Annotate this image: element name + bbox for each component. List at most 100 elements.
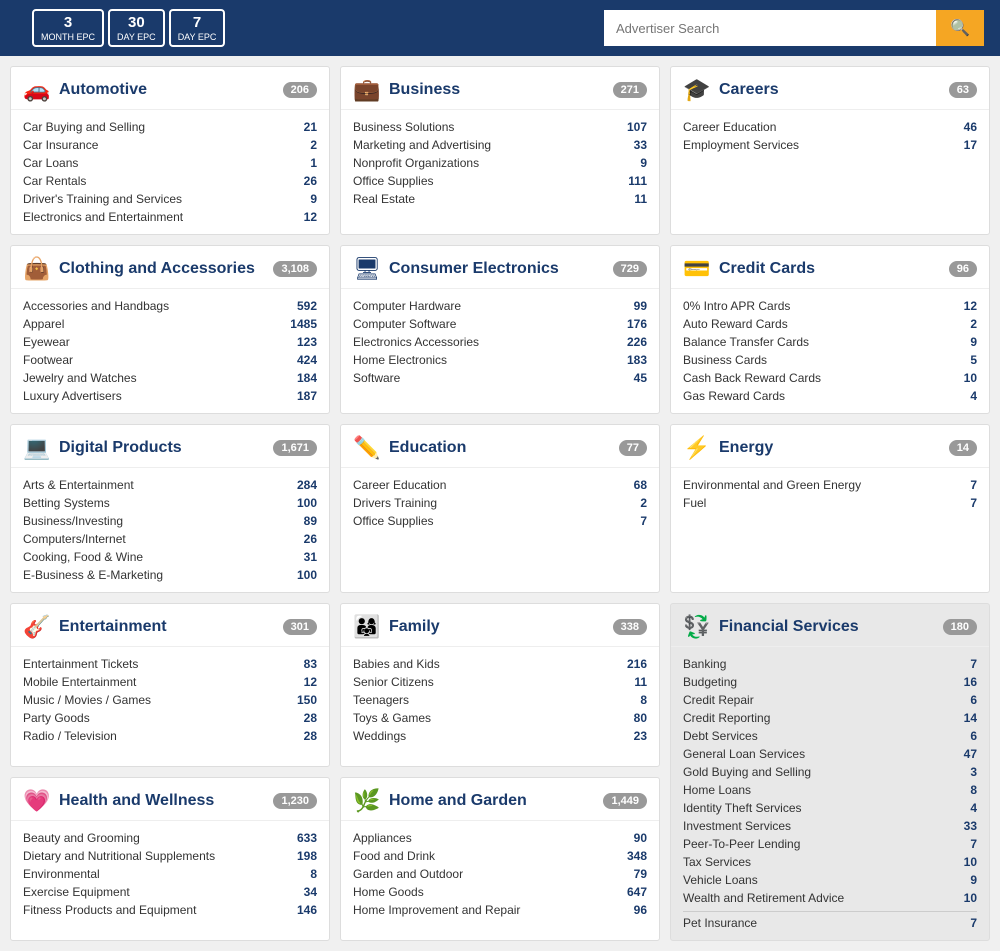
- list-item[interactable]: Home Electronics183: [353, 351, 647, 369]
- cat-title-family[interactable]: Family: [389, 618, 605, 636]
- list-item[interactable]: Garden and Outdoor79: [353, 865, 647, 883]
- list-item[interactable]: Credit Repair6: [683, 691, 977, 709]
- list-item[interactable]: Toys & Games80: [353, 709, 647, 727]
- cat-title-digital-products[interactable]: Digital Products: [59, 439, 265, 457]
- list-item[interactable]: Real Estate11: [353, 190, 647, 208]
- list-item[interactable]: Budgeting16: [683, 673, 977, 691]
- list-item[interactable]: Appliances90: [353, 829, 647, 847]
- list-item[interactable]: Nonprofit Organizations9: [353, 154, 647, 172]
- list-item[interactable]: Computer Hardware99: [353, 297, 647, 315]
- list-item[interactable]: Career Education68: [353, 476, 647, 494]
- list-item[interactable]: Banking7: [683, 655, 977, 673]
- list-item[interactable]: Car Insurance2: [23, 136, 317, 154]
- epc-7day-button[interactable]: 7 DAY EPC: [169, 9, 226, 48]
- list-item[interactable]: Beauty and Grooming633: [23, 829, 317, 847]
- list-item[interactable]: Peer-To-Peer Lending7: [683, 835, 977, 853]
- list-item[interactable]: Computers/Internet26: [23, 530, 317, 548]
- list-item[interactable]: Exercise Equipment34: [23, 883, 317, 901]
- list-item[interactable]: Teenagers8: [353, 691, 647, 709]
- list-item[interactable]: Electronics Accessories226: [353, 333, 647, 351]
- search-button[interactable]: 🔍: [936, 10, 984, 46]
- list-item[interactable]: Balance Transfer Cards9: [683, 333, 977, 351]
- list-item[interactable]: Identity Theft Services4: [683, 799, 977, 817]
- list-item[interactable]: Office Supplies7: [353, 512, 647, 530]
- cat-title-home-garden[interactable]: Home and Garden: [389, 792, 595, 810]
- list-item[interactable]: Weddings23: [353, 727, 647, 745]
- list-item[interactable]: Fuel7: [683, 494, 977, 512]
- list-item[interactable]: Babies and Kids216: [353, 655, 647, 673]
- list-item[interactable]: Tax Services10: [683, 853, 977, 871]
- list-item[interactable]: Home Loans8: [683, 781, 977, 799]
- list-item[interactable]: Dietary and Nutritional Supplements198: [23, 847, 317, 865]
- list-item[interactable]: General Loan Services47: [683, 745, 977, 763]
- list-item[interactable]: Entertainment Tickets83: [23, 655, 317, 673]
- list-item[interactable]: Car Buying and Selling21: [23, 118, 317, 136]
- list-item[interactable]: Debt Services6: [683, 727, 977, 745]
- list-item[interactable]: Cash Back Reward Cards10: [683, 369, 977, 387]
- list-item[interactable]: Investment Services33: [683, 817, 977, 835]
- list-item[interactable]: Music / Movies / Games150: [23, 691, 317, 709]
- list-item[interactable]: Senior Citizens11: [353, 673, 647, 691]
- cat-title-entertainment[interactable]: Entertainment: [59, 618, 275, 636]
- search-input[interactable]: [604, 10, 936, 46]
- list-item[interactable]: Home Improvement and Repair96: [353, 901, 647, 919]
- list-item[interactable]: Footwear424: [23, 351, 317, 369]
- list-item[interactable]: Gold Buying and Selling3: [683, 763, 977, 781]
- list-item[interactable]: Drivers Training2: [353, 494, 647, 512]
- epc-30day-button[interactable]: 30 DAY EPC: [108, 9, 165, 48]
- list-item[interactable]: Electronics and Entertainment12: [23, 208, 317, 226]
- list-item[interactable]: Vehicle Loans9: [683, 871, 977, 889]
- item-count: 26: [304, 174, 317, 188]
- list-item[interactable]: Career Education46: [683, 118, 977, 136]
- list-item[interactable]: Gas Reward Cards4: [683, 387, 977, 405]
- list-item[interactable]: Business Solutions107: [353, 118, 647, 136]
- list-item[interactable]: E-Business & E-Marketing100: [23, 566, 317, 584]
- list-item[interactable]: Party Goods28: [23, 709, 317, 727]
- cat-title-automotive[interactable]: Automotive: [59, 81, 275, 99]
- list-item[interactable]: Eyewear123: [23, 333, 317, 351]
- list-item[interactable]: Business/Investing89: [23, 512, 317, 530]
- list-item[interactable]: Fitness Products and Equipment146: [23, 901, 317, 919]
- list-item[interactable]: Pet Insurance7: [683, 911, 977, 932]
- item-count: 89: [304, 514, 317, 528]
- item-count: 146: [297, 903, 317, 917]
- cat-title-clothing[interactable]: Clothing and Accessories: [59, 260, 265, 278]
- cat-title-education[interactable]: Education: [389, 439, 611, 457]
- list-item[interactable]: Driver's Training and Services9: [23, 190, 317, 208]
- list-item[interactable]: Car Loans1: [23, 154, 317, 172]
- list-item[interactable]: Credit Reporting14: [683, 709, 977, 727]
- list-item[interactable]: Home Goods647: [353, 883, 647, 901]
- list-item[interactable]: Mobile Entertainment12: [23, 673, 317, 691]
- epc-3month-button[interactable]: 3 MONTH EPC: [32, 9, 104, 48]
- list-item[interactable]: Car Rentals26: [23, 172, 317, 190]
- item-name: Home Improvement and Repair: [353, 903, 520, 917]
- list-item[interactable]: Environmental8: [23, 865, 317, 883]
- list-item[interactable]: Apparel1485: [23, 315, 317, 333]
- list-item[interactable]: Betting Systems100: [23, 494, 317, 512]
- list-item[interactable]: Marketing and Advertising33: [353, 136, 647, 154]
- home-garden-icon: 🌿: [353, 788, 381, 814]
- list-item[interactable]: Software45: [353, 369, 647, 387]
- list-item[interactable]: Auto Reward Cards2: [683, 315, 977, 333]
- list-item[interactable]: Accessories and Handbags592: [23, 297, 317, 315]
- cat-title-business[interactable]: Business: [389, 81, 605, 99]
- list-item[interactable]: Arts & Entertainment284: [23, 476, 317, 494]
- list-item[interactable]: Employment Services17: [683, 136, 977, 154]
- list-item[interactable]: Environmental and Green Energy7: [683, 476, 977, 494]
- list-item[interactable]: Computer Software176: [353, 315, 647, 333]
- list-item[interactable]: Food and Drink348: [353, 847, 647, 865]
- cat-title-energy[interactable]: Energy: [719, 439, 941, 457]
- cat-title-careers[interactable]: Careers: [719, 81, 941, 99]
- cat-title-health-wellness[interactable]: Health and Wellness: [59, 792, 265, 810]
- list-item[interactable]: 0% Intro APR Cards12: [683, 297, 977, 315]
- list-item[interactable]: Radio / Television28: [23, 727, 317, 745]
- list-item[interactable]: Business Cards5: [683, 351, 977, 369]
- cat-title-financial-services[interactable]: Financial Services: [719, 618, 935, 636]
- list-item[interactable]: Cooking, Food & Wine31: [23, 548, 317, 566]
- cat-title-credit-cards[interactable]: Credit Cards: [719, 260, 941, 278]
- list-item[interactable]: Jewelry and Watches184: [23, 369, 317, 387]
- list-item[interactable]: Luxury Advertisers187: [23, 387, 317, 405]
- list-item[interactable]: Wealth and Retirement Advice10: [683, 889, 977, 907]
- cat-title-consumer-electronics[interactable]: Consumer Electronics: [389, 260, 605, 278]
- list-item[interactable]: Office Supplies111: [353, 172, 647, 190]
